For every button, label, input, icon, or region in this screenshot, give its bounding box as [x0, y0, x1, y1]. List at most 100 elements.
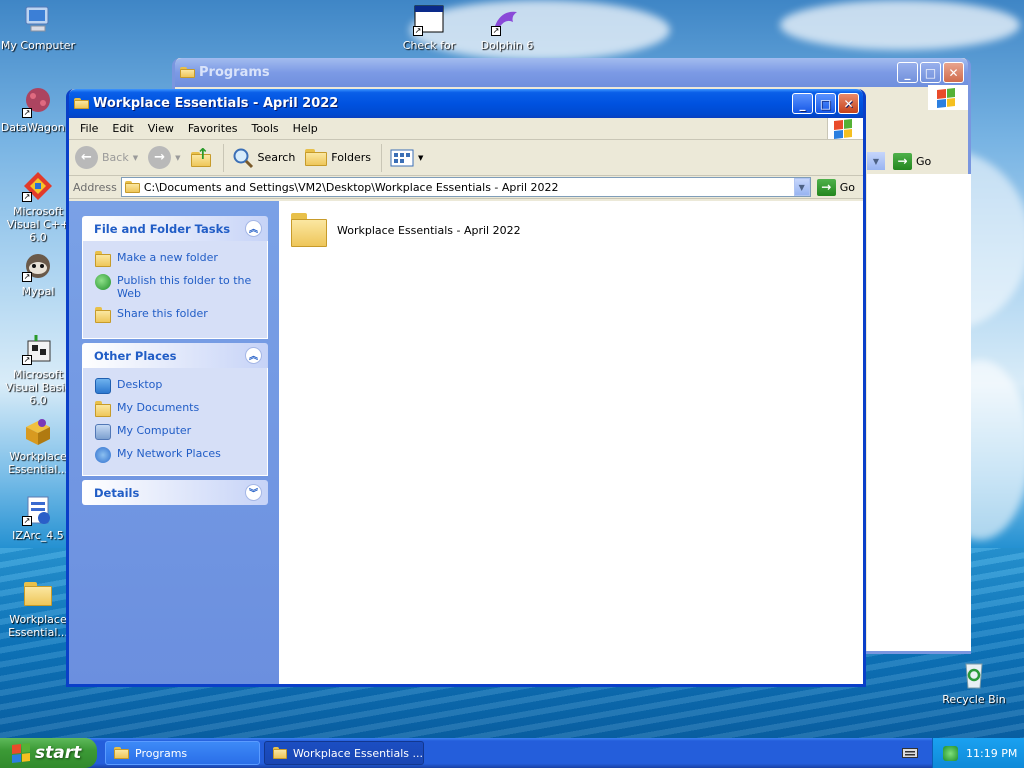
place-desktop[interactable]: Desktop [95, 378, 267, 394]
task-make-new-folder[interactable]: Make a new folder [95, 251, 267, 267]
new-folder-icon [95, 251, 111, 267]
address-input[interactable]: C:\Documents and Settings\VM2\Desktop\Wo… [120, 177, 811, 197]
network-tray-icon[interactable] [943, 745, 958, 761]
collapse-chevron-icon[interactable]: ︽ [245, 220, 262, 237]
desktop-icon-label: Check for [402, 39, 456, 52]
forward-arrow-icon: → [148, 146, 172, 169]
background-cloud [780, 0, 1020, 50]
back-button[interactable]: ← Back ▼ [75, 146, 138, 169]
desktop-icon-label: IZArc_4.5 [12, 529, 64, 542]
desktop-icon-label: Dolphin 6 [480, 39, 534, 52]
maximize-button[interactable]: □ [815, 93, 836, 114]
file-list: Workplace Essentials - April 2022 [279, 201, 863, 684]
collapse-chevron-icon[interactable]: ︽ [245, 347, 262, 364]
close-button[interactable]: ✕ [943, 62, 964, 83]
explorer-title-bar[interactable]: Workplace Essentials - April 2022 _ □ ✕ [69, 89, 863, 118]
desktop-icon-label: DataWagon... [0, 121, 76, 134]
menu-help[interactable]: Help [286, 122, 325, 135]
folder-icon [124, 181, 140, 193]
file-item-folder[interactable]: Workplace Essentials - April 2022 [291, 213, 521, 247]
menu-edit[interactable]: Edit [105, 122, 140, 135]
desktop-icon-dolphin[interactable]: ↗ Dolphin 6 [467, 4, 547, 52]
taskbar-item-workplace[interactable]: Workplace Essentials ... [264, 741, 424, 765]
folders-button[interactable]: Folders [305, 148, 371, 167]
task-pane: File and Folder Tasks ︽ Make a new folde… [69, 201, 279, 684]
desktop-icon-recycle-bin[interactable]: Recycle Bin [934, 658, 1014, 706]
explorer-window[interactable]: Workplace Essentials - April 2022 _ □ ✕ … [66, 89, 866, 687]
place-my-network-places[interactable]: My Network Places [95, 447, 267, 463]
menu-file[interactable]: File [73, 122, 105, 135]
go-label: Go [839, 180, 855, 194]
mypal-icon: ↗ [22, 250, 54, 282]
menu-favorites[interactable]: Favorites [181, 122, 245, 135]
windows-logo-icon [827, 118, 863, 139]
panel-header[interactable]: File and Folder Tasks ︽ [82, 216, 268, 241]
network-icon [95, 447, 111, 463]
address-path: C:\Documents and Settings\VM2\Desktop\Wo… [143, 180, 559, 194]
taskbar: start Programs Workplace Essentials ... … [0, 738, 1024, 768]
address-bar: Address C:\Documents and Settings\VM2\De… [69, 176, 863, 199]
panel-title: Details [94, 485, 140, 500]
panel-title: File and Folder Tasks [94, 221, 231, 236]
panel-title: Other Places [94, 348, 177, 363]
go-button[interactable]: → Go [816, 178, 855, 196]
menu-view[interactable]: View [141, 122, 181, 135]
place-my-documents[interactable]: My Documents [95, 401, 267, 417]
forward-button[interactable]: → ▼ [148, 146, 181, 169]
place-my-computer[interactable]: My Computer [95, 424, 267, 440]
up-folder-button[interactable]: ↑ [190, 145, 213, 169]
desktop-icon-label: My Computer [0, 39, 76, 52]
place-label: Desktop [117, 378, 163, 391]
clock[interactable]: 11:19 PM [966, 747, 1017, 760]
window-app-icon: ↗ [413, 4, 445, 36]
visual-cpp-icon: ↗ [22, 170, 54, 202]
chevron-down-icon: ▼ [418, 153, 424, 162]
task-share-folder[interactable]: Share this folder [95, 307, 267, 323]
expand-chevron-icon[interactable]: ︾ [245, 484, 262, 501]
task-label: Share this folder [117, 307, 208, 320]
up-folder-icon: ↑ [190, 145, 213, 169]
folder-icon [180, 66, 195, 79]
desktop-icon-check-for[interactable]: ↗ Check for [389, 4, 469, 52]
place-label: My Documents [117, 401, 200, 414]
chevron-down-icon: ▼ [175, 153, 181, 162]
windows-logo-icon [928, 85, 968, 110]
installer-box-icon [22, 415, 54, 447]
task-publish-to-web[interactable]: Publish this folder to the Web [95, 274, 267, 300]
search-icon [233, 148, 253, 168]
globe-icon [95, 274, 111, 290]
panel-body: Desktop My Documents My Computer My Netw… [82, 368, 268, 476]
programs-title-bar[interactable]: Programs _ □ ✕ [175, 58, 968, 87]
address-dropdown[interactable]: ▼ [793, 178, 810, 196]
desktop-icon-my-computer[interactable]: My Computer [0, 4, 78, 52]
system-tray: 11:19 PM [932, 738, 1024, 768]
menu-tools[interactable]: Tools [245, 122, 286, 135]
desktop-icon-label: Recycle Bin [942, 693, 1006, 706]
izarc-icon: ↗ [22, 494, 54, 526]
close-button[interactable]: ✕ [838, 93, 859, 114]
place-label: My Computer [117, 424, 192, 437]
windows-logo-icon [12, 743, 30, 763]
folder-icon [114, 747, 129, 759]
programs-content [867, 174, 971, 651]
go-arrow-icon: → [816, 178, 836, 196]
go-button[interactable]: → Go [893, 152, 931, 170]
panel-header[interactable]: Details ︾ [82, 480, 268, 505]
panel-header[interactable]: Other Places ︽ [82, 343, 268, 368]
desktop-icon-label: Workplace Essential... [8, 613, 68, 639]
minimize-button[interactable]: _ [792, 93, 813, 114]
maximize-button[interactable]: □ [920, 62, 941, 83]
start-button[interactable]: start [0, 738, 97, 768]
other-places-panel: Other Places ︽ Desktop My Documents My C… [82, 343, 268, 476]
taskbar-item-programs[interactable]: Programs [105, 741, 260, 765]
views-button[interactable]: ▼ [390, 148, 423, 168]
keyboard-icon[interactable] [902, 746, 918, 761]
go-arrow-icon: → [893, 152, 912, 170]
search-button[interactable]: Search [232, 147, 295, 169]
address-dropdown[interactable]: ▼ [867, 152, 885, 170]
place-label: My Network Places [117, 447, 221, 460]
minimize-button[interactable]: _ [897, 62, 918, 83]
panel-body: Make a new folder Publish this folder to… [82, 241, 268, 339]
folder-icon [22, 578, 54, 610]
desktop-icon [95, 378, 111, 394]
